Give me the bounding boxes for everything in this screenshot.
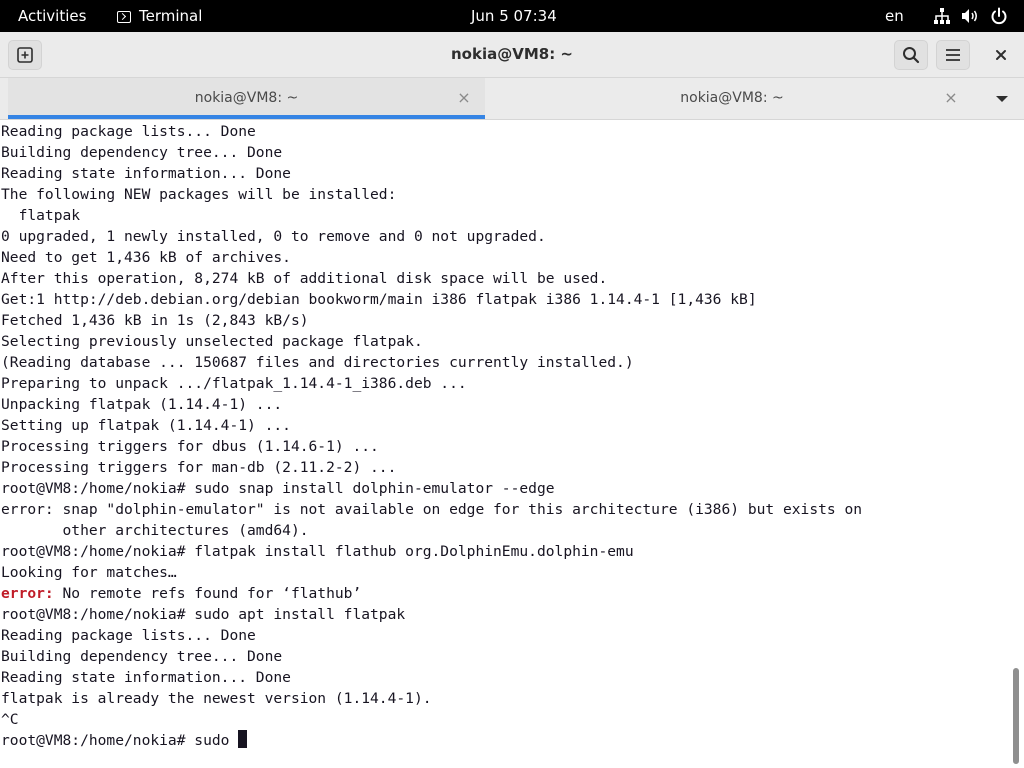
error-label: error: [1, 585, 54, 602]
terminal-line: Preparing to unpack .../flatpak_1.14.4-1… [1, 375, 467, 392]
volume-icon[interactable] [961, 0, 979, 32]
clock[interactable]: Jun 5 07:34 [471, 0, 557, 32]
tab-1[interactable]: nokia@VM8: ~ × [8, 78, 485, 119]
hamburger-menu-icon [946, 49, 960, 61]
terminal-line: root@VM8:/home/nokia# sudo apt install f… [1, 606, 406, 623]
error-message: No remote refs found for ‘flathub’ [53, 585, 362, 602]
power-icon[interactable] [990, 0, 1008, 32]
text-cursor [238, 730, 248, 748]
terminal-line: root@VM8:/home/nokia# sudo snap install … [1, 480, 555, 497]
app-name: Terminal [139, 7, 203, 25]
terminal-line: error: snap "dolphin-emulator" is not av… [1, 501, 863, 518]
header-bar: nokia@VM8: ~ [0, 32, 1024, 78]
terminal-line: other architectures (amd64). [1, 522, 309, 539]
prompt-line: root@VM8:/home/nokia# sudo [1, 730, 248, 751]
terminal-line: Get:1 http://deb.debian.org/debian bookw… [1, 291, 757, 308]
terminal-line: Unpacking flatpak (1.14.4-1) ... [1, 396, 283, 413]
terminal-line: 0 upgraded, 1 newly installed, 0 to remo… [1, 228, 546, 245]
terminal-line: After this operation, 8,274 kB of additi… [1, 270, 608, 287]
terminal-line: The following NEW packages will be insta… [1, 186, 397, 203]
terminal-line: Building dependency tree... Done [1, 648, 283, 665]
window-title: nokia@VM8: ~ [451, 45, 573, 63]
tab-list-dropdown-icon[interactable] [993, 93, 1011, 105]
close-icon [996, 50, 1006, 60]
terminal-line: Looking for matches… [1, 564, 177, 581]
tab-label: nokia@VM8: ~ [680, 90, 784, 106]
main-menu-button[interactable] [936, 40, 970, 70]
terminal-line: error: No remote refs found for ‘flathub… [1, 583, 361, 604]
scrollbar-thumb[interactable] [1013, 668, 1019, 764]
terminal-line: Reading state information... Done [1, 669, 291, 686]
terminal-line: Fetched 1,436 kB in 1s (2,843 kB/s) [1, 312, 309, 329]
tab-bar: nokia@VM8: ~ × nokia@VM8: ~ × [0, 78, 1024, 120]
terminal-line: Reading package lists... Done [1, 123, 256, 140]
terminal-line: Reading state information... Done [1, 165, 291, 182]
network-icon[interactable] [934, 0, 950, 32]
search-icon [903, 47, 920, 64]
terminal-line: Setting up flatpak (1.14.4-1) ... [1, 417, 291, 434]
new-tab-icon [17, 47, 33, 63]
terminal-line: (Reading database ... 150687 files and d… [1, 354, 634, 371]
tab-2[interactable]: nokia@VM8: ~ × [485, 78, 979, 119]
app-menu-button[interactable]: Terminal [117, 0, 202, 32]
tab-close-icon[interactable]: × [941, 78, 961, 118]
terminal-app-icon [117, 11, 131, 23]
new-tab-button[interactable] [8, 40, 42, 70]
terminal-line: root@VM8:/home/nokia# flatpak install fl… [1, 543, 634, 560]
activities-button[interactable]: Activities [18, 0, 86, 32]
tab-close-icon[interactable]: × [454, 78, 474, 118]
tab-label: nokia@VM8: ~ [194, 90, 299, 106]
search-button[interactable] [894, 40, 928, 70]
language-indicator[interactable]: en [885, 0, 904, 32]
terminal-line: Need to get 1,436 kB of archives. [1, 249, 291, 266]
terminal-line: ^C [1, 711, 19, 728]
terminal-line: Processing triggers for man-db (2.11.2-2… [1, 459, 397, 476]
terminal-line: Building dependency tree... Done [1, 144, 283, 161]
top-bar: Activities Terminal Jun 5 07:34 en [0, 0, 1024, 32]
terminal-line: Processing triggers for dbus (1.14.6-1) … [1, 438, 379, 455]
prompt-text: root@VM8:/home/nokia# sudo [1, 732, 239, 749]
terminal-line: Reading package lists... Done [1, 627, 256, 644]
terminal-line: flatpak is already the newest version (1… [1, 690, 432, 707]
terminal-line: Selecting previously unselected package … [1, 333, 423, 350]
terminal-output[interactable]: Reading package lists... Done Building de… [0, 120, 1010, 768]
close-window-button[interactable] [984, 40, 1018, 70]
terminal-line: flatpak [1, 207, 81, 224]
